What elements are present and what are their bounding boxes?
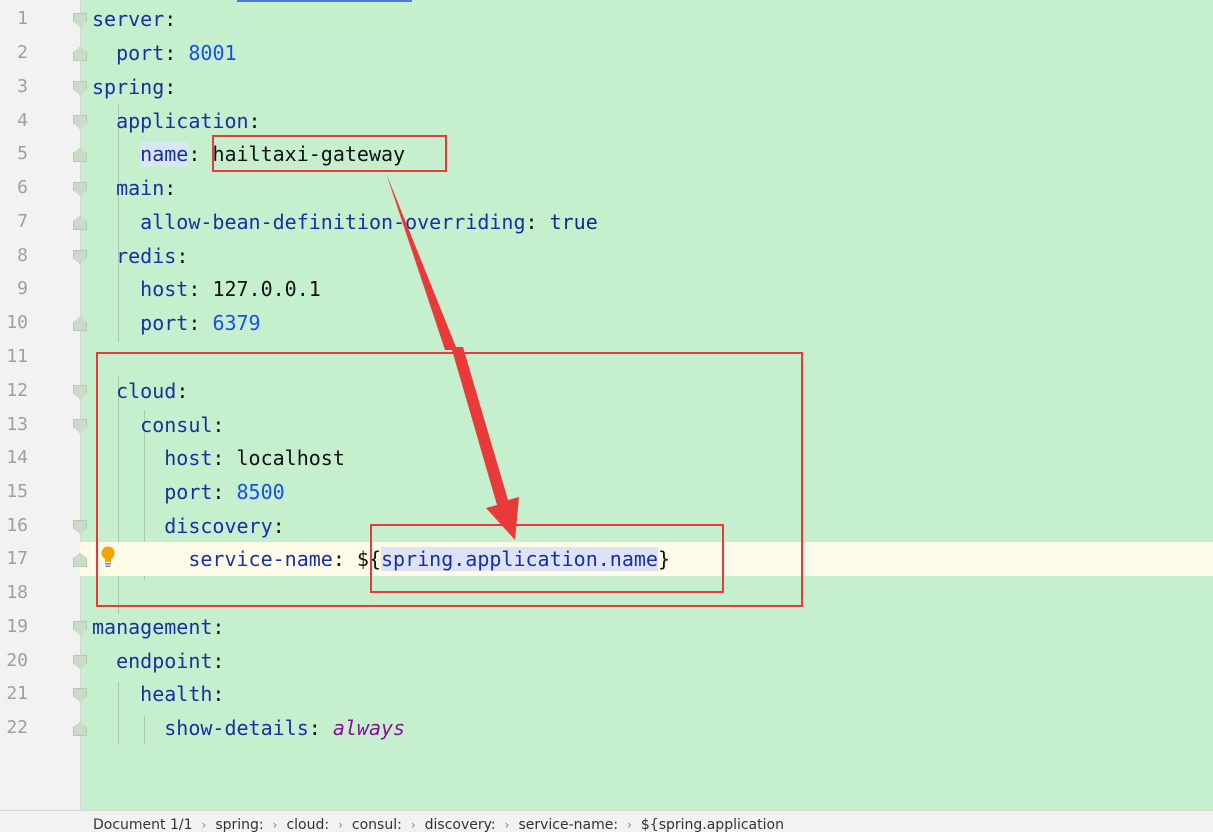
yaml-key: spring [92, 75, 165, 99]
code-line[interactable]: show-details: always [92, 711, 1213, 745]
line-number: 11 [6, 346, 28, 367]
colon: : [212, 649, 225, 673]
breadcrumb-item[interactable]: ${spring.application [641, 817, 784, 832]
colon: : [308, 716, 321, 740]
chevron-right-icon: › [272, 818, 278, 832]
line-number: 18 [6, 582, 28, 603]
colon: : [188, 277, 201, 301]
line-number: 6 [17, 177, 28, 198]
code-line[interactable]: application: [92, 104, 1213, 138]
code-line[interactable]: port: 8001 [92, 36, 1213, 70]
colon: : [188, 311, 201, 335]
yaml-key: name [140, 142, 189, 166]
breadcrumb-item[interactable]: consul: [352, 817, 402, 832]
line-number: 16 [6, 515, 28, 536]
line-number: 21 [6, 683, 28, 704]
yaml-value: always [332, 716, 406, 740]
line-number: 14 [6, 447, 28, 468]
colon: : [248, 109, 261, 133]
yaml-value: 8001 [188, 41, 237, 65]
line-number: 8 [17, 245, 28, 266]
colon: : [176, 244, 189, 268]
line-number: 15 [6, 481, 28, 502]
line-number: 9 [17, 278, 28, 299]
line-number: 4 [17, 110, 28, 131]
line-number: 10 [6, 312, 28, 333]
chevron-right-icon: › [504, 818, 510, 832]
code-line[interactable]: allow-bean-definition-overriding: true [92, 205, 1213, 239]
line-number: 19 [6, 616, 28, 637]
yaml-key: redis [116, 244, 177, 268]
chevron-right-icon: › [338, 818, 343, 832]
line-number: 12 [6, 380, 28, 401]
line-number: 13 [6, 414, 28, 435]
yaml-key: main [116, 176, 165, 200]
line-number: 20 [6, 650, 28, 671]
code-line[interactable]: management: [92, 610, 1213, 644]
code-line[interactable]: host: 127.0.0.1 [92, 272, 1213, 306]
colon: : [212, 682, 225, 706]
yaml-key: allow-bean-definition-overriding [140, 210, 526, 234]
breadcrumb-item[interactable]: cloud: [286, 817, 329, 832]
line-number: 7 [17, 211, 28, 232]
code-line[interactable]: main: [92, 171, 1213, 205]
colon: : [212, 615, 225, 639]
colon: : [188, 142, 201, 166]
line-number: 22 [6, 717, 28, 738]
breadcrumb: Document 1/1 › spring: › cloud: › consul: › disc… [93, 817, 784, 832]
yaml-key: port [140, 311, 189, 335]
breadcrumb-item[interactable]: spring: [215, 817, 263, 832]
code-line[interactable]: port: 6379 [92, 306, 1213, 340]
yaml-key: show-details [164, 716, 309, 740]
line-number: 17 [6, 548, 28, 569]
line-number: 2 [17, 42, 28, 63]
breadcrumb-item[interactable]: discovery: [425, 817, 496, 832]
yaml-key: server [92, 7, 165, 31]
status-bar: Document 1/1 › spring: › cloud: › consul: › disc… [0, 810, 1213, 832]
highlight-box-service-name [370, 524, 724, 593]
colon: : [164, 7, 177, 31]
colon: : [164, 41, 177, 65]
code-line[interactable]: server: [92, 2, 1213, 36]
breadcrumb-item[interactable]: service-name: [518, 817, 618, 832]
yaml-value: 6379 [212, 311, 261, 335]
code-line[interactable]: endpoint: [92, 644, 1213, 678]
yaml-key: health [140, 682, 213, 706]
chevron-right-icon: › [410, 818, 416, 832]
breadcrumb-item[interactable]: Document 1/1 [93, 817, 193, 832]
line-number: 5 [17, 143, 28, 164]
code-line[interactable]: spring: [92, 70, 1213, 104]
line-number: 1 [17, 8, 28, 29]
yaml-key: endpoint [116, 649, 213, 673]
yaml-value: true [549, 210, 598, 234]
yaml-value: 127.0.0.1 [212, 277, 321, 301]
colon: : [525, 210, 538, 234]
yaml-key: application [116, 109, 249, 133]
code-line[interactable]: redis: [92, 239, 1213, 273]
line-number: 3 [17, 76, 28, 97]
chevron-right-icon: › [627, 818, 632, 832]
colon: : [164, 75, 177, 99]
yaml-key: host [140, 277, 189, 301]
chevron-right-icon: › [201, 818, 207, 832]
code-line[interactable]: health: [92, 677, 1213, 711]
colon: : [164, 176, 177, 200]
highlight-box-app-name [212, 135, 447, 172]
yaml-key: port [116, 41, 165, 65]
yaml-key: management [92, 615, 213, 639]
